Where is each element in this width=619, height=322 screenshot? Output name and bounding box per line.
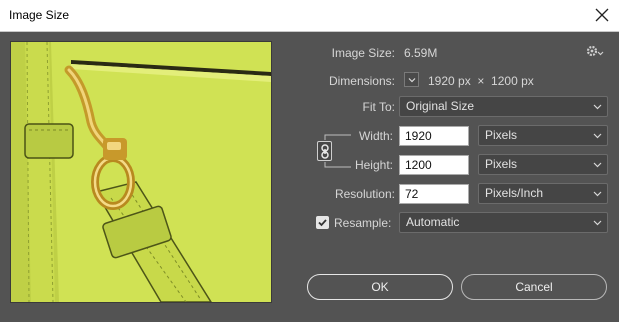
fit-to-label: Fit To:: [362, 100, 395, 114]
height-input[interactable]: 1200: [399, 155, 469, 175]
height-label: Height:: [354, 158, 393, 172]
resolution-unit-select[interactable]: Pixels/Inch: [478, 183, 608, 204]
ok-button[interactable]: OK: [307, 274, 453, 300]
width-label: Width:: [358, 129, 393, 143]
dimensions-units-menu[interactable]: [404, 72, 419, 87]
title-bar: Image Size: [0, 0, 619, 32]
fit-to-value: Original Size: [406, 99, 475, 113]
height-unit-value: Pixels: [485, 157, 518, 171]
dialog-body: Image Size: 6.59M Dimensions: 1920 px × …: [0, 32, 619, 322]
dimensions-value: 1920 px × 1200 px: [428, 74, 534, 88]
gear-icon[interactable]: [586, 44, 604, 58]
height-unit-select[interactable]: Pixels: [478, 154, 608, 175]
window-title: Image Size: [9, 8, 70, 22]
link-glyph-icon: [321, 144, 329, 159]
resolution-label: Resolution:: [334, 187, 395, 201]
chevron-down-icon: [593, 162, 602, 168]
width-unit-value: Pixels: [485, 128, 518, 142]
resample-value: Automatic: [406, 215, 460, 229]
fit-to-select[interactable]: Original Size: [399, 96, 608, 117]
chevron-down-icon: [593, 104, 602, 110]
cancel-button[interactable]: Cancel: [461, 274, 607, 300]
chevron-down-icon: [593, 191, 602, 197]
width-unit-select[interactable]: Pixels: [478, 125, 608, 146]
resolution-unit-value: Pixels/Inch: [485, 186, 544, 200]
close-icon[interactable]: [593, 6, 611, 24]
dimensions-label: Dimensions:: [328, 74, 395, 88]
chevron-down-icon: [593, 220, 602, 226]
resolution-input[interactable]: 72: [399, 184, 469, 204]
preview-image: [11, 42, 271, 302]
width-input[interactable]: 1920: [399, 126, 469, 146]
resample-label: Resample:: [334, 216, 392, 230]
resample-checkbox[interactable]: [316, 216, 329, 229]
resample-select[interactable]: Automatic: [399, 212, 608, 233]
image-size-value: 6.59M: [404, 46, 438, 60]
checkmark-icon: [318, 219, 327, 227]
image-preview[interactable]: [10, 41, 272, 303]
chevron-down-icon: [593, 133, 602, 139]
chevron-down-icon: [408, 78, 416, 83]
image-size-label: Image Size:: [331, 46, 395, 60]
